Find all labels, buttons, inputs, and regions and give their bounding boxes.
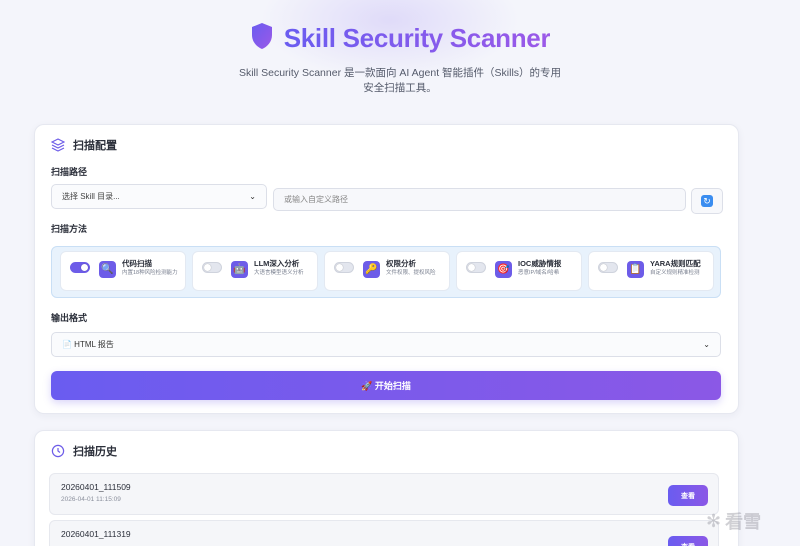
toggle-switch[interactable] xyxy=(466,262,486,273)
scan-history-title-text: 扫描历史 xyxy=(73,446,117,458)
method-desc: 恶意IP/域名/哈希 xyxy=(518,270,560,276)
toggle-switch[interactable] xyxy=(70,262,90,273)
refresh-button[interactable]: ↻ xyxy=(691,188,723,214)
watermark-text: 看雪 xyxy=(725,512,762,532)
start-scan-button[interactable]: 🚀 开始扫描 xyxy=(51,371,721,400)
scan-config-title: 扫描配置 xyxy=(51,137,117,153)
view-button[interactable]: 查看 xyxy=(668,485,708,506)
page-title: Skill Security Scanner xyxy=(283,22,551,53)
custom-path-input[interactable]: 或输入自定义路径 xyxy=(273,188,686,211)
history-item-name: 20260401_111509 xyxy=(61,482,131,492)
title-row: Skill Security Scanner xyxy=(0,18,800,58)
page-header: Skill Security Scanner Skill Security Sc… xyxy=(0,18,800,96)
history-item: 20260401_111319 查看 xyxy=(49,520,719,546)
method-desc: 自定义规则精准检测 xyxy=(650,270,700,276)
snowflake-icon: ✻ xyxy=(706,510,722,531)
method-name: IOC威胁情报 xyxy=(518,259,562,268)
scan-config-card: 扫描配置 扫描路径 选择 Skill 目录... ⌄ 或输入自定义路径 ↻ 扫描… xyxy=(34,124,739,414)
shield-icon xyxy=(250,22,274,55)
method-card-llm[interactable]: 🤖 LLM深入分析 大语言模型语义分析 xyxy=(192,251,318,291)
custom-path-placeholder: 或输入自定义路径 xyxy=(284,195,348,204)
method-desc: 文件权限、提权风险 xyxy=(386,270,436,276)
method-name: YARA规则匹配 xyxy=(650,259,701,268)
skill-dir-select-value: 选择 Skill 目录... xyxy=(62,192,120,201)
magnifier-icon: 🔍 xyxy=(99,261,116,278)
layers-icon xyxy=(51,138,65,152)
output-format-label: 输出格式 xyxy=(51,313,88,323)
scan-methods-panel: 🔍 代码扫描 内置18种风险检测能力 🤖 LLM深入分析 大语言模型语义分析 🔑… xyxy=(51,246,721,298)
scan-history-card: 扫描历史 20260401_111509 2026-04-01 11:15:09… xyxy=(34,430,739,546)
method-card-permission[interactable]: 🔑 权限分析 文件权限、提权风险 xyxy=(324,251,450,291)
method-card-ioc[interactable]: 🎯 IOC威胁情报 恶意IP/域名/哈希 xyxy=(456,251,582,291)
toggle-switch[interactable] xyxy=(202,262,222,273)
method-name: 代码扫描 xyxy=(122,259,152,268)
method-desc: 大语言模型语义分析 xyxy=(254,270,304,276)
history-item-name: 20260401_111319 xyxy=(61,529,131,539)
output-format-value: 📄 HTML 报告 xyxy=(62,340,114,349)
history-item: 20260401_111509 2026-04-01 11:15:09 查看 xyxy=(49,473,719,515)
page-subtitle: Skill Security Scanner 是一款面向 AI Agent 智能… xyxy=(238,67,562,94)
skill-dir-select[interactable]: 选择 Skill 目录... ⌄ xyxy=(51,184,267,209)
toggle-switch[interactable] xyxy=(334,262,354,273)
chevron-down-icon: ⌄ xyxy=(249,192,256,201)
method-name: LLM深入分析 xyxy=(254,259,300,268)
method-card-code-scan[interactable]: 🔍 代码扫描 内置18种风险检测能力 xyxy=(60,251,186,291)
method-card-yara[interactable]: 📋 YARA规则匹配 自定义规则精准检测 xyxy=(588,251,714,291)
scan-method-label: 扫描方法 xyxy=(51,224,88,234)
scan-config-title-text: 扫描配置 xyxy=(73,140,117,152)
robot-icon: 🤖 xyxy=(231,261,248,278)
method-name: 权限分析 xyxy=(386,259,416,268)
watermark: ✻ 看雪 xyxy=(706,508,761,534)
clock-icon xyxy=(51,444,65,458)
clipboard-icon: 📋 xyxy=(627,261,644,278)
view-button[interactable]: 查看 xyxy=(668,536,708,546)
scan-path-label: 扫描路径 xyxy=(51,167,88,177)
output-format-select[interactable]: 📄 HTML 报告 ⌄ xyxy=(51,332,721,357)
scan-history-title: 扫描历史 xyxy=(51,443,117,459)
method-desc: 内置18种风险检测能力 xyxy=(122,270,178,276)
toggle-switch[interactable] xyxy=(598,262,618,273)
refresh-icon: ↻ xyxy=(701,195,713,207)
target-icon: 🎯 xyxy=(495,261,512,278)
history-item-time: 2026-04-01 11:15:09 xyxy=(61,496,121,503)
chevron-down-icon: ⌄ xyxy=(703,340,710,349)
key-icon: 🔑 xyxy=(363,261,380,278)
